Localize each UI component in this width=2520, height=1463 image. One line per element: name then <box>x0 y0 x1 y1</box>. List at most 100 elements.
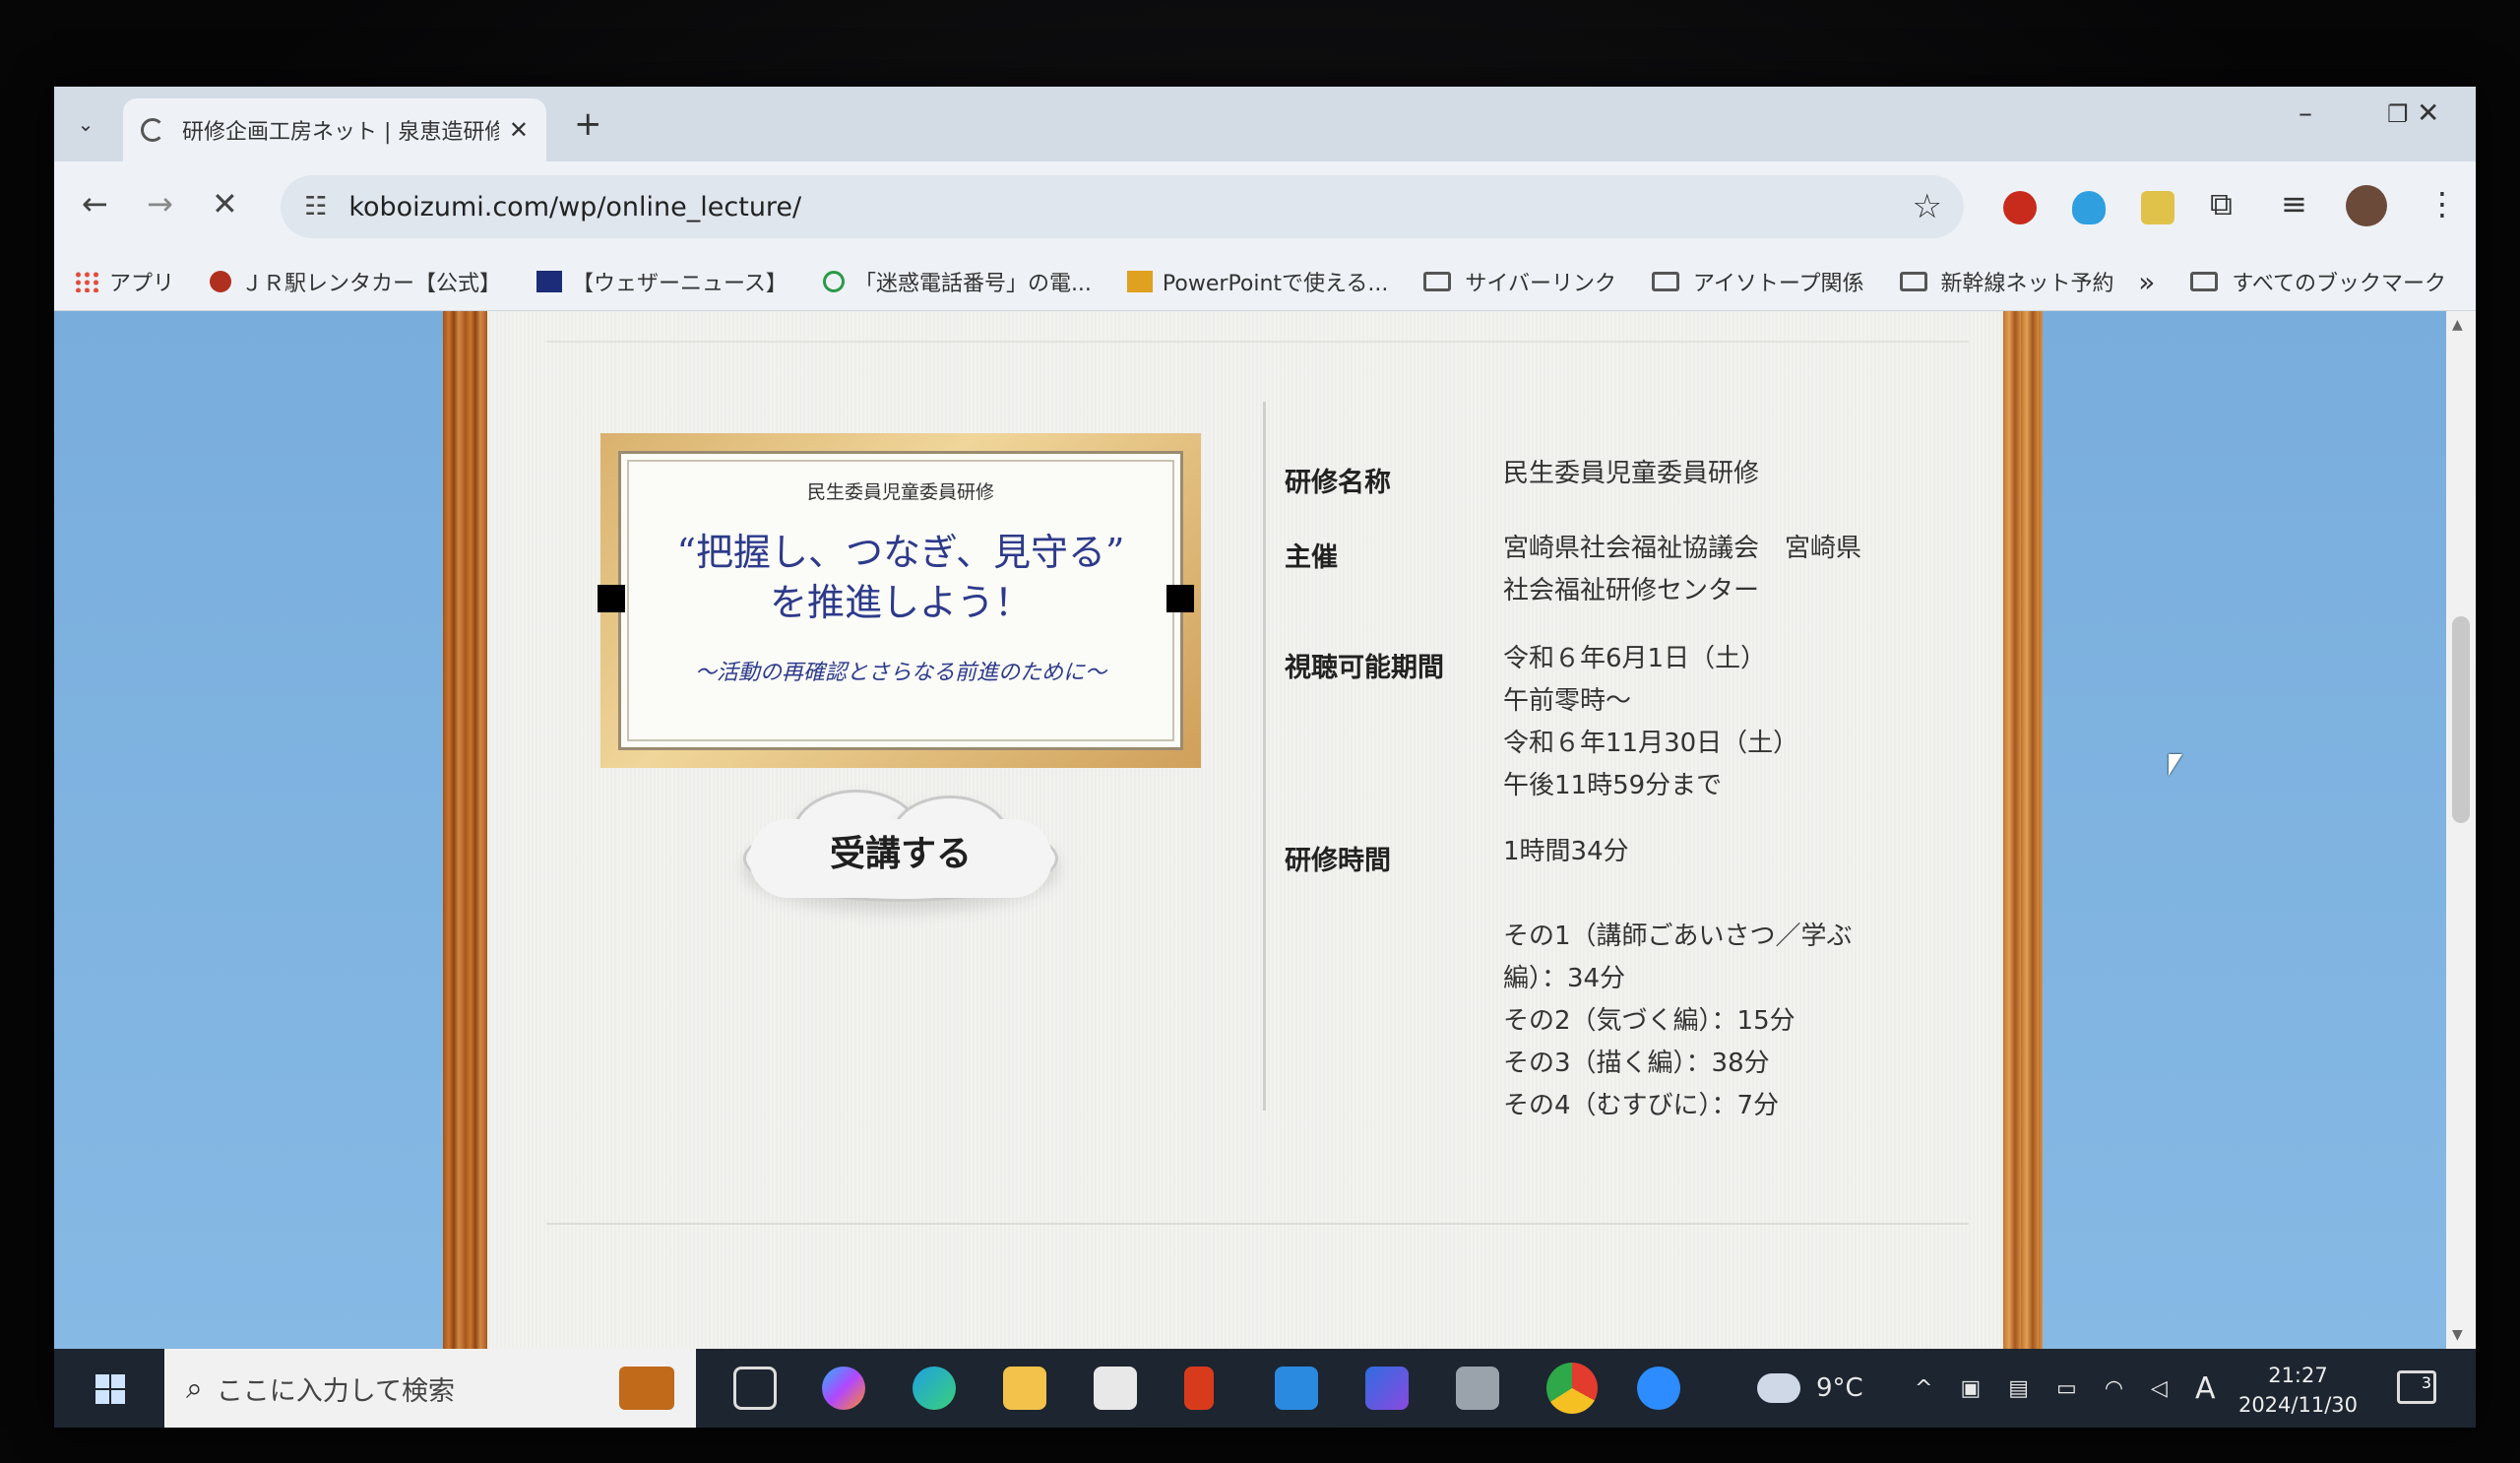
info-key: 視聴可能期間 <box>1285 653 1444 683</box>
bookmark-meiwaku[interactable]: 「迷惑電話番号」の電... <box>822 266 1092 297</box>
bookmark-jr-rentacar[interactable]: ＪＲ駅レンタカー【公式】 <box>210 266 501 297</box>
monitor-photo-frame: ⌄ 研修企画工房ネット | 泉恵造研修 ✕ + – ❐ ✕ ← → ✕ ☷ ko… <box>0 0 2520 1463</box>
info-value: 宮崎県社会福祉協議会 宮崎県 社会福祉研修センター <box>1503 534 1862 605</box>
wifi-icon[interactable]: ◠ <box>2105 1376 2123 1401</box>
back-arrow-icon[interactable]: ← <box>82 185 108 223</box>
weather-cloud-icon <box>1757 1373 1800 1403</box>
tab-strip: ⌄ 研修企画工房ネット | 泉恵造研修 ✕ + – ❐ ✕ <box>54 87 2476 161</box>
bookmark-cyberlink[interactable]: サイバーリンク <box>1423 266 1616 297</box>
folder-icon <box>1651 271 1679 291</box>
edge-icon[interactable] <box>913 1367 956 1410</box>
scroll-down-icon[interactable]: ▼ <box>2452 1327 2463 1343</box>
loading-favicon-icon <box>141 118 164 142</box>
active-tab[interactable]: 研修企画工房ネット | 泉恵造研修 ✕ <box>123 98 546 161</box>
info-value: 民生委員児童委員研修 <box>1503 459 1760 488</box>
search-green-icon <box>822 270 845 292</box>
card-main-line: “把握し、つなぎ、見守る” <box>676 531 1125 574</box>
new-tab-plus-icon[interactable]: + <box>574 104 602 144</box>
bookmark-label: アプリ <box>109 271 175 296</box>
copilot-icon[interactable] <box>822 1367 865 1410</box>
extension-cloud-icon[interactable] <box>2072 191 2106 224</box>
microsoft-store-icon[interactable] <box>1094 1367 1137 1410</box>
windows-start-icon[interactable] <box>95 1374 125 1404</box>
tray-chevron-icon[interactable]: ^ <box>1915 1376 1932 1401</box>
extensions-puzzle-icon[interactable]: ⧉ <box>2210 185 2233 223</box>
bookmark-powerpoint[interactable]: PowerPointで使える... <box>1126 266 1388 297</box>
jr-rentacar-icon <box>210 270 232 292</box>
all-bookmarks-link[interactable]: すべてのブックマーク <box>2232 266 2446 297</box>
address-bar[interactable]: ☷ koboizumi.com/wp/online_lecture/ ☆ <box>281 175 1964 238</box>
extension-yellow-icon[interactable] <box>2141 191 2174 224</box>
forward-arrow-icon[interactable]: → <box>147 185 173 223</box>
card-inner: 民生委員児童委員研修 “把握し、つなぎ、見守る” を推進しよう！ ～活動の再確認… <box>618 451 1183 750</box>
office-icon[interactable] <box>1184 1367 1214 1410</box>
taskbar-clock[interactable]: 21:27 2024/11/30 <box>2238 1361 2358 1420</box>
tab-search-chevron-icon[interactable]: ⌄ <box>68 106 103 142</box>
parts-breakdown: その1（講師ごあいさつ／学ぶ 編）：34分 その2（気づく編）：15分 その3（… <box>1503 922 1853 1120</box>
card-subtitle: 民生委員児童委員研修 <box>806 481 994 503</box>
card-main-title: “把握し、つなぎ、見守る” を推進しよう！ <box>621 528 1180 629</box>
close-window-icon[interactable]: ✕ <box>2417 96 2439 129</box>
mail-icon[interactable] <box>1275 1367 1318 1410</box>
weather-widget[interactable]: 9°C <box>1757 1349 1863 1428</box>
bookmarks-right: » すべてのブックマーク <box>2138 252 2446 311</box>
enroll-button-label: 受講する <box>829 834 972 874</box>
tray-device-icon[interactable]: ▤ <box>2008 1376 2029 1401</box>
enroll-cloud-button[interactable]: 受講する <box>743 790 1058 908</box>
extension-red-icon[interactable] <box>2003 191 2037 224</box>
bookmarks-overflow-icon[interactable]: » <box>2138 266 2155 298</box>
weathernews-icon <box>536 270 563 292</box>
minimize-icon[interactable]: – <box>2299 96 2312 129</box>
bookmark-apps[interactable]: アプリ <box>74 266 174 297</box>
notification-center-icon[interactable]: 3 <box>2397 1370 2436 1404</box>
page-viewport: 民生委員児童委員研修 “把握し、つなぎ、見守る” を推進しよう！ ～活動の再確認… <box>54 311 2446 1349</box>
task-view-icon[interactable] <box>733 1367 777 1410</box>
bookmark-isotope[interactable]: アイソトープ関係 <box>1651 266 1864 297</box>
system-tray: ^ ▣ ▤ ▭ ◠ ◁ A <box>1915 1349 2215 1428</box>
weather-temperature: 9°C <box>1816 1373 1863 1403</box>
folder-icon <box>1899 271 1927 291</box>
info-divider-line <box>1263 402 1266 1111</box>
bookmark-weathernews[interactable]: 【ウェザーニュース】 <box>536 266 788 297</box>
vertical-scrollbar[interactable]: ▲ ▼ <box>2446 311 2476 1349</box>
zoom-icon[interactable] <box>1637 1367 1680 1410</box>
divider <box>546 1223 1969 1225</box>
bookmark-label: アイソトープ関係 <box>1692 271 1864 296</box>
volume-icon[interactable]: ◁ <box>2151 1376 2168 1401</box>
pd-icon <box>1126 270 1153 292</box>
menu-kebab-icon[interactable]: ⋮ <box>2426 185 2458 223</box>
info-value: 令和６年6月1日（土） 午前零時～ 令和６年11月30日（土） 午後11時59分… <box>1503 644 1799 800</box>
info-key: 研修名称 <box>1285 468 1391 498</box>
scrollbar-thumb[interactable] <box>2452 616 2470 823</box>
media-player-icon[interactable] <box>1365 1367 1409 1410</box>
profile-avatar[interactable] <box>2346 185 2387 226</box>
chrome-icon[interactable] <box>1546 1363 1598 1414</box>
camera-icon[interactable] <box>1456 1367 1499 1410</box>
stop-loading-icon[interactable]: ✕ <box>212 185 238 223</box>
info-key: 主催 <box>1285 542 1338 573</box>
battery-icon[interactable]: ▭ <box>2056 1376 2077 1401</box>
wood-frame-left <box>443 311 492 1349</box>
tab-close-icon[interactable]: ✕ <box>509 116 529 144</box>
card-main-line: を推進しよう！ <box>769 581 1032 625</box>
scroll-up-icon[interactable]: ▲ <box>2452 317 2463 333</box>
lecture-title-card[interactable]: 民生委員児童委員研修 “把握し、つなぎ、見守る” を推進しよう！ ～活動の再確認… <box>600 433 1201 768</box>
resize-handle-right[interactable] <box>1166 585 1194 612</box>
card-tagline: ～活動の再確認とさらなる前進のために～ <box>694 660 1106 685</box>
site-settings-icon[interactable]: ☷ <box>304 192 327 222</box>
taskbar-search-box[interactable]: ⌕ ここに入力して検索 <box>164 1349 696 1428</box>
windows-taskbar: ⌕ ここに入力して検索 9°C ^ ▣ ▤ ▭ ◠ ◁ A 21:27 2024… <box>54 1349 2476 1428</box>
briefcase-icon <box>619 1367 674 1410</box>
bookmark-star-icon[interactable]: ☆ <box>1913 187 1942 226</box>
media-controls-icon[interactable]: ≡ <box>2281 185 2307 223</box>
notification-count: 3 <box>2421 1373 2431 1392</box>
restore-icon[interactable]: ❐ <box>2387 100 2409 128</box>
wood-frame-right <box>2003 311 2043 1349</box>
tray-app-icon[interactable]: ▣ <box>1960 1376 1981 1401</box>
bookmarks-bar: アプリ ＪＲ駅レンタカー【公式】 【ウェザーニュース】 「迷惑電話番号」の電..… <box>54 252 2476 311</box>
mouse-cursor-icon <box>2169 754 2182 776</box>
file-explorer-icon[interactable] <box>1003 1367 1046 1410</box>
ime-indicator[interactable]: A <box>2195 1371 2216 1406</box>
bookmark-shinkansen[interactable]: 新幹線ネット予約 <box>1899 266 2114 297</box>
resize-handle-left[interactable] <box>598 585 625 612</box>
